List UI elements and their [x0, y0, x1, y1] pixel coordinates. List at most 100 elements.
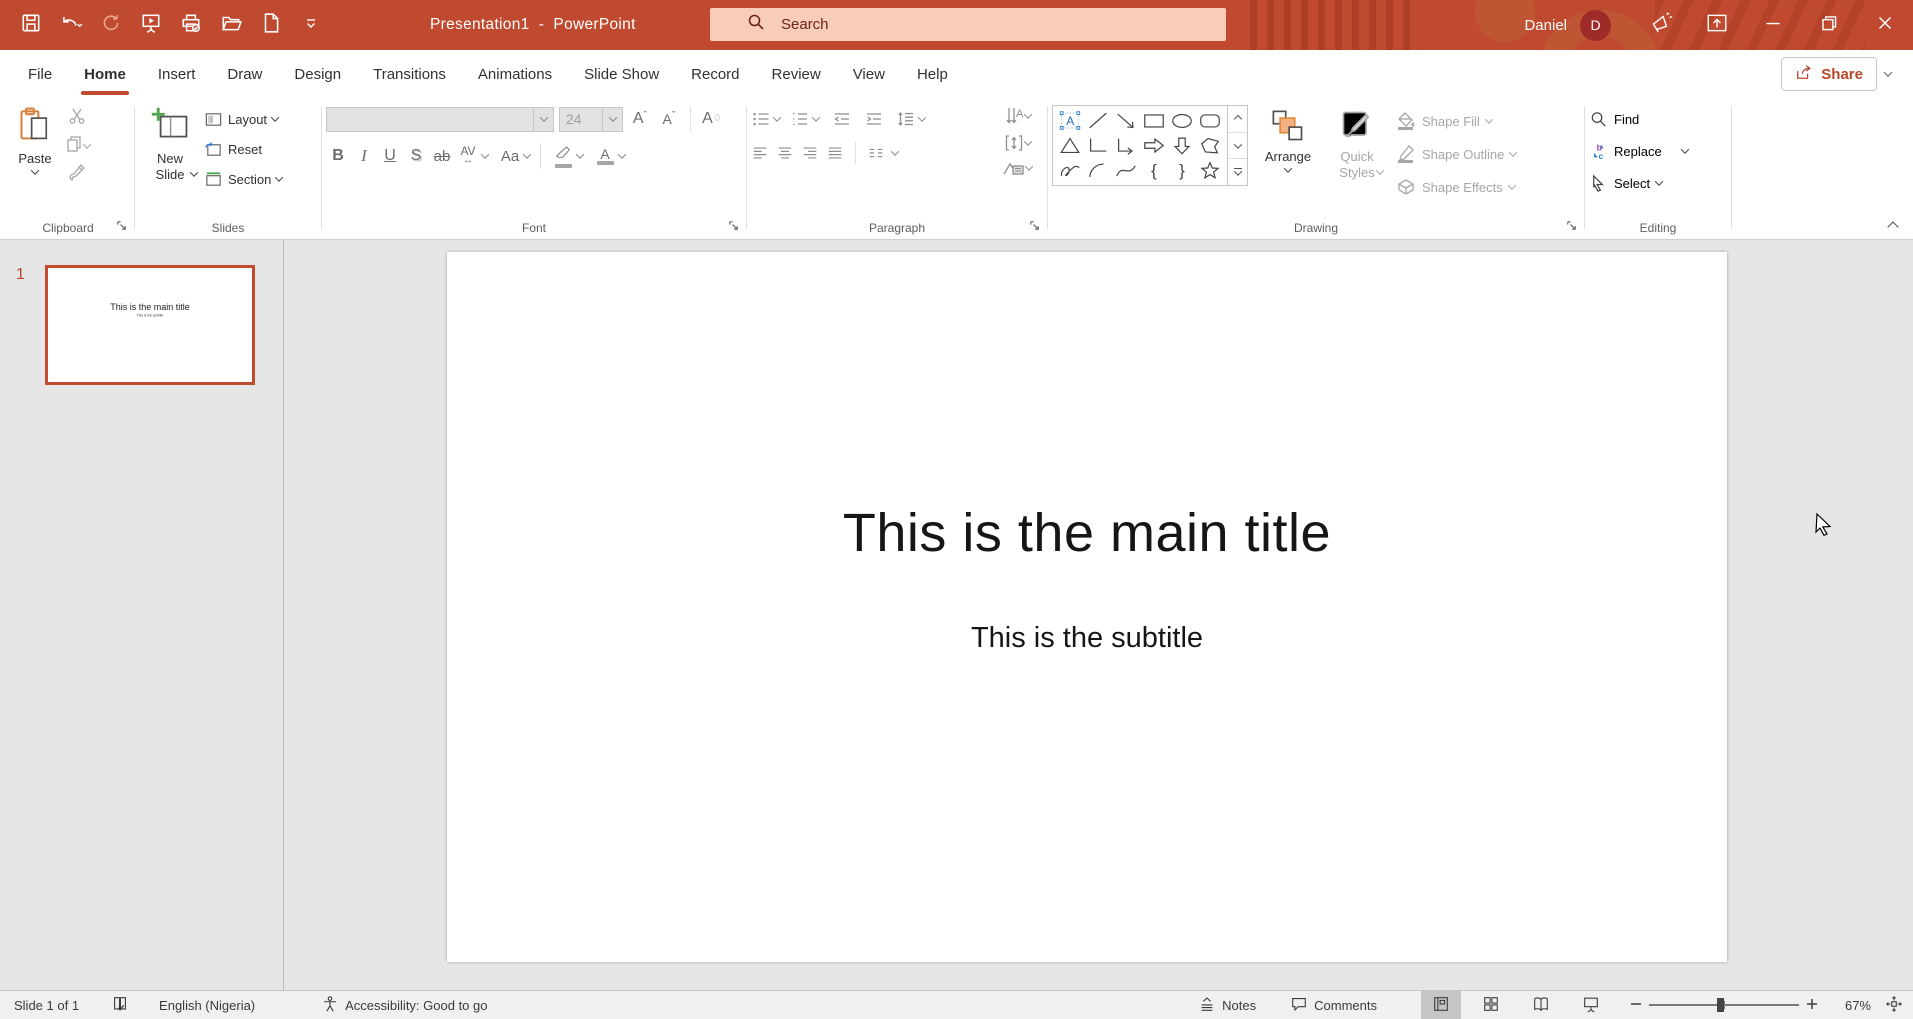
redo-button[interactable] — [94, 8, 128, 42]
highlight-dropdown-icon[interactable] — [576, 150, 584, 158]
shape-effects-button[interactable]: Shape Effects — [1396, 173, 1516, 201]
character-spacing-dropdown-icon[interactable] — [481, 150, 489, 158]
character-spacing-button[interactable]: AV↔ — [456, 142, 480, 170]
shape-down-arrow-icon[interactable] — [1168, 133, 1196, 158]
tab-help[interactable]: Help — [901, 50, 964, 98]
share-dropdown-icon[interactable] — [1884, 68, 1892, 76]
font-name-combobox[interactable] — [326, 107, 554, 132]
bullets-button[interactable] — [751, 109, 771, 129]
tab-transitions[interactable]: Transitions — [357, 50, 462, 98]
tab-design[interactable]: Design — [278, 50, 357, 98]
increase-font-size-button[interactable]: Aˆ — [628, 105, 652, 133]
shape-elbow-connector-icon[interactable] — [1084, 133, 1112, 158]
shape-oval-icon[interactable] — [1168, 108, 1196, 133]
open-button[interactable] — [214, 8, 248, 42]
slide-title-text[interactable]: This is the main title — [447, 502, 1727, 564]
accessibility-button[interactable]: Accessibility: Good to go — [321, 995, 487, 1016]
font-color-dropdown-icon[interactable] — [618, 150, 626, 158]
start-slideshow-button[interactable] — [134, 8, 168, 42]
zoom-in-button[interactable] — [1805, 997, 1819, 1014]
strikethrough-button[interactable]: ab — [430, 142, 454, 170]
avatar[interactable]: D — [1580, 10, 1611, 41]
search-input[interactable]: Search — [710, 8, 1226, 41]
share-button[interactable]: Share — [1781, 57, 1877, 91]
select-button[interactable]: Select — [1589, 169, 1662, 197]
user-name[interactable]: Daniel — [1524, 17, 1567, 34]
shape-rectangle-icon[interactable] — [1140, 108, 1168, 133]
tab-view[interactable]: View — [837, 50, 901, 98]
justify-button[interactable] — [826, 144, 844, 162]
bullets-dropdown-icon[interactable] — [773, 113, 781, 121]
slide-subtitle-text[interactable]: This is the subtitle — [447, 622, 1727, 655]
restore-button[interactable] — [1801, 0, 1857, 50]
shape-outline-button[interactable]: Shape Outline — [1396, 140, 1516, 168]
zoom-out-button[interactable] — [1629, 997, 1643, 1014]
font-dialog-launcher[interactable] — [727, 219, 740, 235]
convert-to-smartart-button[interactable] — [1002, 158, 1032, 178]
font-size-combobox[interactable]: 24 — [559, 107, 623, 132]
shape-arrow-icon[interactable] — [1112, 108, 1140, 133]
tab-file[interactable]: File — [12, 50, 68, 98]
comments-button[interactable]: Comments — [1290, 995, 1377, 1016]
customize-qat-button[interactable] — [294, 8, 328, 42]
notes-button[interactable]: Notes — [1198, 995, 1256, 1016]
align-text-button[interactable] — [1003, 132, 1031, 154]
font-name-dropdown-icon[interactable] — [533, 108, 553, 131]
shape-left-brace-icon[interactable]: { — [1140, 158, 1168, 183]
shape-elbow-arrow-connector-icon[interactable] — [1112, 133, 1140, 158]
shape-star-icon[interactable] — [1196, 158, 1224, 183]
numbering-dropdown-icon[interactable] — [812, 113, 820, 121]
minimize-button[interactable] — [1745, 0, 1801, 50]
new-file-button[interactable] — [254, 8, 288, 42]
shapes-more-icon[interactable] — [1228, 159, 1247, 185]
save-button[interactable] — [14, 8, 48, 42]
align-right-button[interactable] — [801, 144, 819, 162]
shapes-scroll-down-icon[interactable] — [1228, 133, 1247, 160]
drawing-dialog-launcher[interactable] — [1565, 219, 1578, 235]
slide-thumbnail[interactable]: This is the main title This is the subti… — [45, 265, 255, 385]
slide-indicator[interactable]: Slide 1 of 1 — [14, 998, 79, 1013]
columns-dropdown-icon[interactable] — [891, 147, 899, 155]
italic-button[interactable]: I — [352, 142, 376, 170]
section-button[interactable]: Section — [201, 164, 285, 194]
collapse-ribbon-button[interactable] — [1887, 221, 1898, 232]
fit-slide-to-window-button[interactable] — [1885, 995, 1903, 1016]
bold-button[interactable]: B — [326, 142, 350, 170]
cut-button[interactable] — [64, 104, 90, 132]
zoom-slider-handle[interactable] — [1717, 998, 1724, 1012]
print-preview-button[interactable] — [174, 8, 208, 42]
decrease-indent-button[interactable] — [832, 109, 852, 129]
shape-arc-icon[interactable] — [1084, 158, 1112, 183]
shapes-scroll-up-icon[interactable] — [1228, 106, 1247, 133]
change-case-dropdown-icon[interactable] — [523, 150, 531, 158]
underline-button[interactable]: U — [378, 142, 402, 170]
shape-curve-icon[interactable] — [1112, 158, 1140, 183]
align-center-button[interactable] — [776, 144, 794, 162]
clipboard-dialog-launcher[interactable] — [115, 219, 128, 235]
reset-button[interactable]: Reset — [201, 134, 285, 164]
change-case-button[interactable]: Aa — [498, 142, 522, 170]
tab-record[interactable]: Record — [675, 50, 755, 98]
text-direction-button[interactable]: A — [1003, 104, 1031, 128]
paste-dropdown-icon[interactable] — [31, 166, 39, 174]
format-painter-button[interactable] — [64, 160, 90, 188]
line-spacing-dropdown-icon[interactable] — [918, 113, 926, 121]
normal-view-button[interactable] — [1421, 991, 1461, 1019]
whats-new-button[interactable] — [1633, 0, 1689, 50]
copy-dropdown-icon[interactable] — [83, 140, 91, 148]
shape-line-icon[interactable] — [1084, 108, 1112, 133]
slide-canvas[interactable]: This is the main title This is the subti… — [284, 240, 1913, 990]
shape-scribble-icon[interactable] — [1056, 158, 1084, 183]
align-left-button[interactable] — [751, 144, 769, 162]
shape-triangle-icon[interactable] — [1056, 133, 1084, 158]
text-shadow-button[interactable]: S — [404, 142, 428, 170]
shape-freeform-icon[interactable] — [1196, 133, 1224, 158]
clear-formatting-button[interactable]: A♢ — [700, 105, 724, 133]
reading-view-button[interactable] — [1521, 991, 1561, 1019]
find-button[interactable]: Find — [1589, 105, 1639, 133]
tab-slide-show[interactable]: Slide Show — [568, 50, 675, 98]
font-size-dropdown-icon[interactable] — [602, 108, 622, 131]
paste-button[interactable]: Paste — [6, 102, 64, 175]
tab-home[interactable]: Home — [68, 50, 142, 98]
shape-right-brace-icon[interactable]: } — [1168, 158, 1196, 183]
